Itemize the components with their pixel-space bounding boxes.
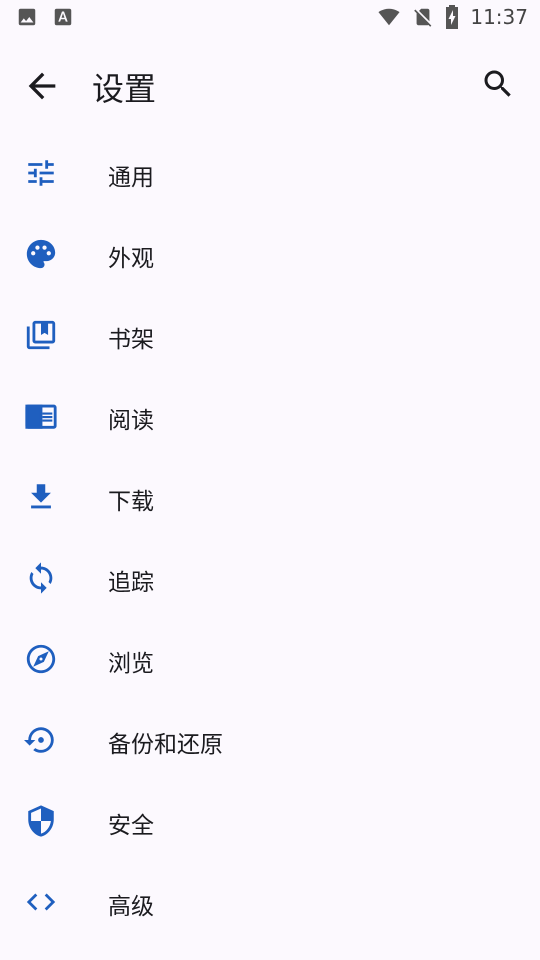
- app-bar: 设置: [0, 36, 540, 132]
- tune-icon: [24, 156, 58, 190]
- settings-item-label: 外观: [108, 246, 154, 272]
- settings-item-label: 高级: [108, 894, 154, 920]
- settings-item-reader[interactable]: 阅读: [0, 375, 540, 456]
- settings-item-browse[interactable]: 浏览: [0, 618, 540, 699]
- settings-item-advanced[interactable]: 高级: [0, 861, 540, 942]
- status-time: 11:37: [470, 5, 528, 29]
- settings-item-general[interactable]: 通用: [0, 132, 540, 213]
- collections-bookmark-icon: [24, 318, 58, 352]
- settings-item-label: 通用: [108, 165, 154, 191]
- back-button[interactable]: [22, 66, 62, 106]
- settings-backup-restore-icon: [24, 723, 58, 757]
- settings-item-label: 追踪: [108, 570, 154, 596]
- palette-icon: [24, 237, 58, 271]
- search-button[interactable]: [480, 66, 520, 106]
- settings-item-downloads[interactable]: 下载: [0, 456, 540, 537]
- explore-icon: [24, 642, 58, 676]
- settings-menu: 通用 外观 书架 阅读 下载 追踪 浏览 备份和还原 安全 高级: [0, 132, 540, 942]
- image-icon: [16, 6, 38, 28]
- settings-item-tracking[interactable]: 追踪: [0, 537, 540, 618]
- font-a-icon: [52, 6, 74, 28]
- code-icon: [24, 885, 58, 919]
- settings-item-label: 备份和还原: [108, 732, 223, 758]
- settings-item-appearance[interactable]: 外观: [0, 213, 540, 294]
- status-bar: 11:37: [0, 0, 540, 36]
- settings-item-label: 浏览: [108, 651, 154, 677]
- settings-item-label: 安全: [108, 813, 154, 839]
- wifi-icon: [376, 6, 402, 28]
- sync-icon: [24, 561, 58, 595]
- download-icon: [24, 480, 58, 514]
- security-shield-icon: [24, 804, 58, 838]
- search-icon: [480, 66, 520, 102]
- chrome-reader-icon: [24, 399, 58, 433]
- page-title: 设置: [92, 70, 157, 108]
- settings-item-label: 下载: [108, 489, 154, 515]
- no-sim-icon: [412, 6, 434, 28]
- settings-item-label: 书架: [108, 327, 154, 353]
- settings-item-label: 阅读: [108, 408, 154, 434]
- settings-item-library[interactable]: 书架: [0, 294, 540, 375]
- settings-item-backup-restore[interactable]: 备份和还原: [0, 699, 540, 780]
- battery-charging-icon: [444, 5, 460, 29]
- settings-item-security[interactable]: 安全: [0, 780, 540, 861]
- arrow-back-icon: [22, 66, 62, 106]
